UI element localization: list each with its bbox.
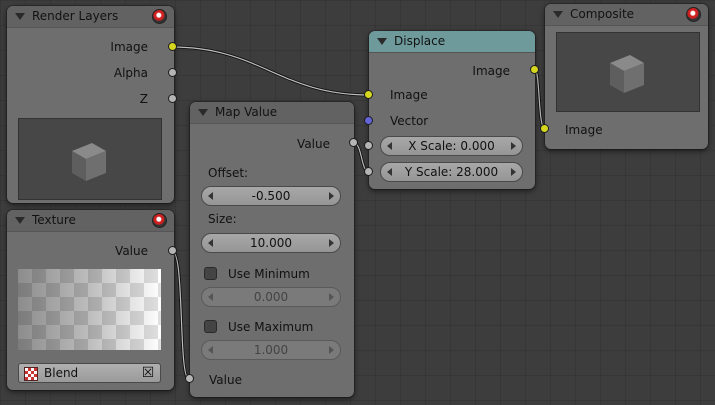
composite-header[interactable]: Composite — [545, 4, 708, 26]
node-title: Texture — [32, 213, 76, 227]
socket-mapvalue-input-value[interactable] — [185, 374, 194, 383]
max-value: 1.000 — [253, 343, 289, 357]
node-title: Render Layers — [32, 9, 119, 23]
offset-field[interactable]: -0.500 — [201, 186, 341, 206]
y-scale-value: Y Scale: 28.000 — [404, 165, 499, 179]
render-preview — [18, 118, 162, 200]
decrement-arrow-icon[interactable] — [208, 239, 213, 247]
cube-preview-icon — [72, 143, 106, 181]
preview-toggle-icon[interactable] — [152, 9, 167, 24]
size-label: Size: — [208, 212, 237, 226]
increment-arrow-icon[interactable] — [329, 192, 334, 200]
offset-label: Offset: — [208, 166, 249, 180]
socket-displace-output-image[interactable] — [530, 65, 539, 74]
map-value-header[interactable]: Map Value — [190, 102, 354, 124]
y-scale-field[interactable]: Y Scale: 28.000 — [380, 162, 523, 182]
input-label-image: Image — [390, 88, 428, 102]
displace-header[interactable]: Displace — [369, 31, 535, 53]
input-label-vector: Vector — [390, 114, 429, 128]
preview-toggle-icon[interactable] — [686, 7, 701, 22]
link-displace-image-to-composite-image — [533, 68, 547, 131]
collapse-arrow-icon[interactable] — [15, 13, 25, 20]
decrement-arrow-icon[interactable] — [387, 168, 392, 176]
min-value: 0.000 — [253, 290, 289, 304]
texture-preview — [18, 269, 161, 350]
decrement-arrow-icon[interactable] — [208, 192, 213, 200]
collapse-arrow-icon[interactable] — [15, 217, 25, 224]
use-maximum-checkbox[interactable] — [204, 320, 217, 333]
use-maximum-label: Use Maximum — [228, 320, 314, 334]
collapse-arrow-icon[interactable] — [198, 109, 208, 116]
render-layers-header[interactable]: Render Layers — [7, 6, 174, 28]
increment-arrow-icon[interactable] — [511, 168, 516, 176]
output-label-z: Z — [139, 92, 148, 106]
output-label-image: Image — [110, 40, 148, 54]
input-label-value: Value — [209, 373, 242, 387]
output-label-alpha: Alpha — [113, 66, 148, 80]
socket-displace-input-xscale[interactable] — [364, 141, 373, 150]
texture-icon — [24, 367, 38, 381]
link-texture-value-to-mapvalue-value — [170, 249, 191, 381]
socket-renderlayers-image[interactable] — [168, 42, 177, 51]
texture-selector[interactable]: Blend ☒ — [18, 363, 161, 383]
decrement-arrow-icon[interactable] — [208, 346, 213, 354]
input-label-image: Image — [565, 123, 603, 137]
node-title: Map Value — [215, 105, 278, 119]
decrement-arrow-icon[interactable] — [208, 293, 213, 301]
preview-toggle-icon[interactable] — [152, 213, 167, 228]
map-value-node[interactable]: Map Value Value Offset: -0.500 Size: 10.… — [190, 102, 354, 397]
increment-arrow-icon[interactable] — [511, 142, 516, 150]
texture-name: Blend — [44, 366, 79, 380]
checker-pattern — [18, 269, 161, 350]
node-title: Displace — [394, 34, 446, 48]
increment-arrow-icon[interactable] — [329, 293, 334, 301]
collapse-arrow-icon[interactable] — [377, 38, 387, 45]
socket-composite-input-image[interactable] — [540, 124, 549, 133]
size-field[interactable]: 10.000 — [201, 233, 341, 253]
output-label-value: Value — [297, 137, 330, 151]
collapse-arrow-icon[interactable] — [553, 11, 563, 18]
cube-preview-icon — [610, 55, 644, 93]
socket-displace-input-yscale[interactable] — [364, 167, 373, 176]
socket-displace-input-image[interactable] — [364, 90, 373, 99]
use-minimum-label: Use Minimum — [228, 267, 310, 281]
socket-renderlayers-alpha[interactable] — [168, 68, 177, 77]
x-scale-value: X Scale: 0.000 — [408, 139, 495, 153]
offset-value: -0.500 — [251, 189, 291, 203]
increment-arrow-icon[interactable] — [329, 239, 334, 247]
size-value: 10.000 — [250, 236, 292, 250]
use-minimum-checkbox[interactable] — [204, 267, 217, 280]
max-field[interactable]: 1.000 — [201, 340, 341, 360]
render-layers-node[interactable]: Render Layers Image Alpha Z — [7, 6, 174, 203]
node-title: Composite — [570, 7, 635, 21]
close-icon[interactable]: ☒ — [141, 366, 155, 380]
output-label-image: Image — [472, 64, 510, 78]
socket-displace-input-vector[interactable] — [364, 116, 373, 125]
composite-preview — [556, 32, 700, 112]
socket-renderlayers-z[interactable] — [168, 94, 177, 103]
socket-texture-value[interactable] — [168, 246, 177, 255]
min-field[interactable]: 0.000 — [201, 287, 341, 307]
socket-mapvalue-output-value[interactable] — [349, 138, 358, 147]
displace-node[interactable]: Displace Image Image Vector X Scale: 0.0… — [369, 31, 535, 189]
decrement-arrow-icon[interactable] — [387, 142, 392, 150]
x-scale-field[interactable]: X Scale: 0.000 — [380, 136, 523, 156]
increment-arrow-icon[interactable] — [329, 346, 334, 354]
texture-header[interactable]: Texture — [7, 210, 174, 232]
composite-node[interactable]: Composite Image — [545, 4, 708, 149]
output-label-value: Value — [115, 244, 148, 258]
texture-node[interactable]: Texture Value Blend ☒ — [7, 210, 174, 390]
